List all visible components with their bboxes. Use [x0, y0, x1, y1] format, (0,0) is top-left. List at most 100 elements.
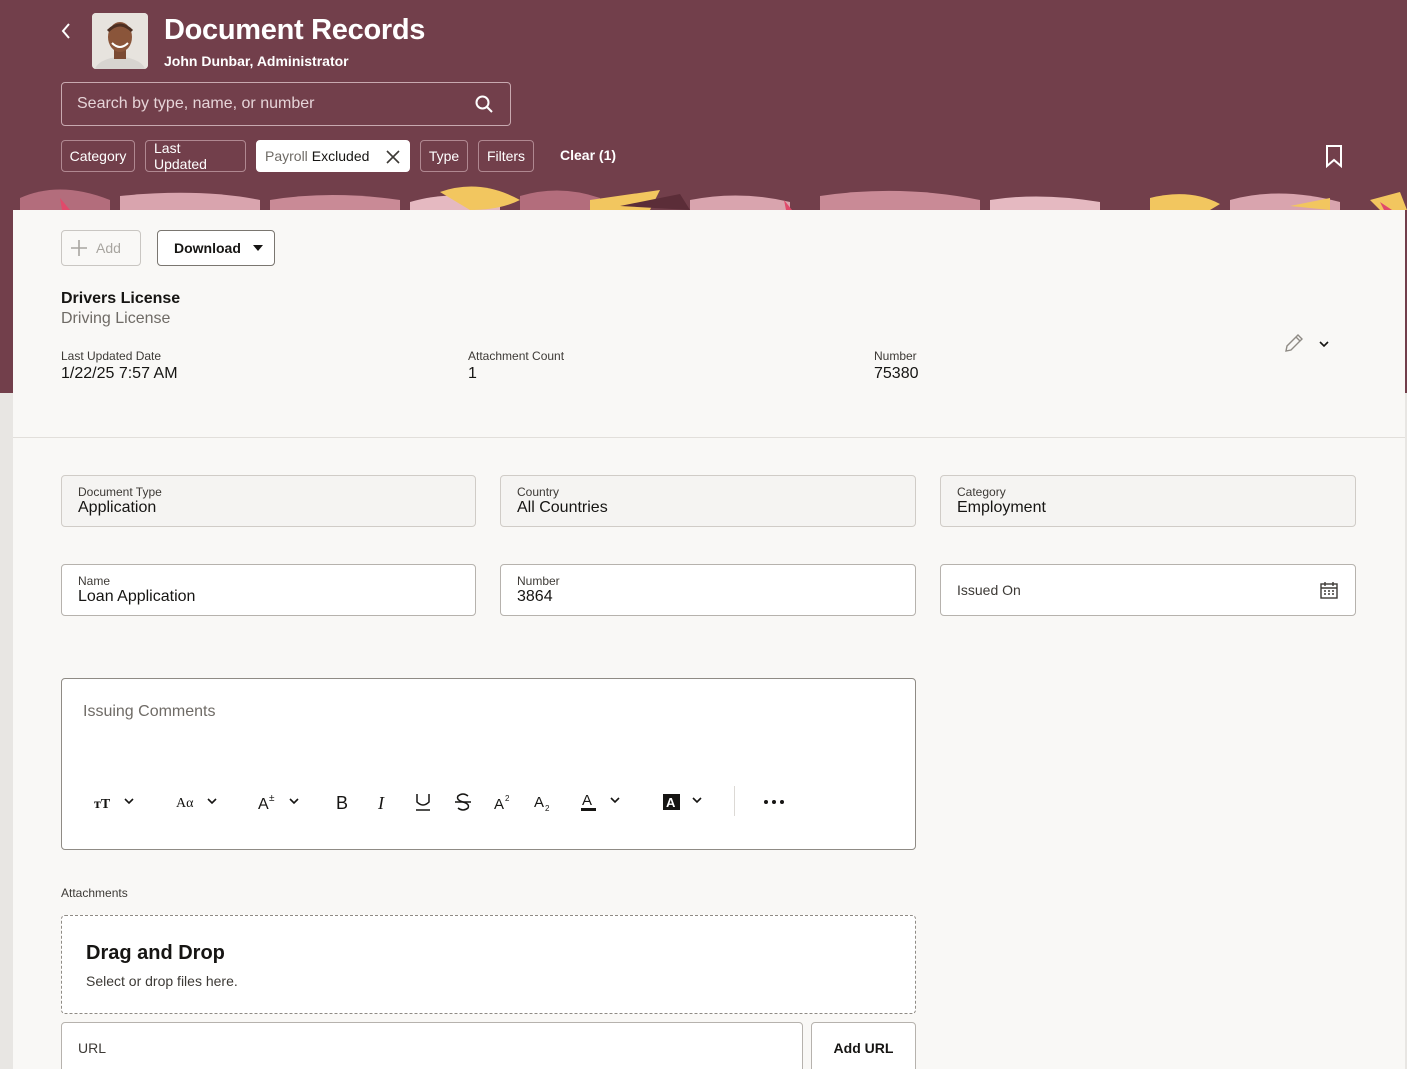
svg-text:B: B [336, 793, 348, 812]
bold-icon: B [336, 793, 348, 812]
filter-chip-filters[interactable]: Filters [478, 140, 534, 172]
close-icon[interactable] [385, 149, 401, 165]
filter-chip-last-updated[interactable]: Last Updated [145, 140, 246, 172]
caret-down-icon [252, 245, 263, 251]
add-button-label: Add [96, 240, 121, 256]
search-input[interactable] [62, 83, 462, 125]
svg-text:A: A [258, 796, 269, 812]
name-value[interactable]: Loan Application [78, 588, 195, 606]
highlight-color-icon: A [663, 794, 702, 810]
font-color-icon: A [581, 792, 620, 811]
issued-on-label: Issued On [957, 582, 1021, 598]
svg-text:2: 2 [545, 804, 550, 812]
chevron-left-icon [61, 23, 70, 39]
dropzone-subtitle: Select or drop files here. [86, 973, 238, 989]
svg-text:A: A [534, 794, 544, 811]
record-subtitle: Driving License [61, 310, 171, 327]
toolbar-separator [734, 786, 735, 816]
country-label: Country [517, 485, 560, 499]
attachments-label: Attachments [61, 886, 128, 900]
number-field[interactable]: Number 3864 [500, 564, 916, 616]
chevron-down-icon[interactable] [1317, 337, 1331, 351]
document-type-value: Application [78, 499, 157, 516]
strikethrough-button[interactable] [452, 789, 474, 815]
download-button-label: Download [174, 240, 241, 256]
subscript-icon: A2 [534, 794, 550, 812]
url-input[interactable] [62, 1023, 802, 1069]
filter-chip-type[interactable]: Type [420, 140, 468, 172]
underline-icon [416, 794, 430, 811]
page-subtitle: John Dunbar, Administrator [164, 53, 349, 69]
search-box [61, 82, 511, 126]
highlight-color-button[interactable]: A [662, 789, 710, 815]
more-options-button[interactable] [762, 789, 786, 815]
filter-chip-payroll-prefix: Payroll [265, 148, 308, 164]
svg-text:±: ± [269, 793, 275, 804]
back-button[interactable] [54, 18, 78, 44]
italic-button[interactable]: I [372, 789, 394, 815]
bookmark-icon[interactable] [1324, 144, 1344, 168]
font-family-button[interactable]: Aα [175, 789, 223, 815]
divider [13, 437, 1405, 438]
font-size-icon: A ± [258, 793, 299, 812]
meta-label-attachment-count: Attachment Count [468, 349, 565, 363]
text-style-button[interactable]: тT [92, 789, 140, 815]
country-field: Country All Countries [500, 475, 916, 527]
issued-on-field[interactable]: Issued On [940, 564, 1356, 616]
pencil-icon[interactable] [1283, 332, 1305, 354]
document-type-field: Document Type Application [61, 475, 476, 527]
document-type-label: Document Type [78, 485, 162, 499]
add-url-button[interactable]: Add URL [811, 1022, 916, 1069]
svg-text:Aα: Aα [176, 796, 194, 811]
number-value[interactable]: 3864 [517, 588, 553, 606]
meta-value-last-updated: 1/22/25 7:57 AM [61, 365, 178, 382]
svg-text:A: A [666, 795, 676, 810]
issuing-comments-editor[interactable]: Issuing Comments тT Aα A ± B I A2 A2 A A [61, 678, 916, 850]
left-texture [0, 393, 13, 1069]
more-horizontal-icon [764, 800, 784, 804]
text-size-icon: тT [94, 797, 134, 812]
font-family-icon: Aα [176, 796, 217, 811]
filter-chip-payroll[interactable]: Payroll Excluded [256, 140, 410, 172]
svg-text:тT: тT [94, 797, 111, 812]
filter-chip-payroll-value: Excluded [311, 148, 370, 164]
svg-text:A: A [582, 792, 592, 809]
file-dropzone[interactable]: Drag and Drop Select or drop files here. [61, 915, 916, 1014]
name-label: Name [78, 574, 111, 588]
svg-text:2: 2 [505, 794, 510, 803]
meta-value-number: 75380 [874, 365, 919, 382]
avatar [92, 13, 148, 69]
category-label: Category [957, 485, 1006, 499]
name-field[interactable]: Name Loan Application [61, 564, 476, 616]
number-label: Number [517, 574, 560, 588]
issuing-comments-placeholder: Issuing Comments [83, 703, 216, 720]
page-title: Document Records [164, 14, 426, 46]
country-value: All Countries [517, 499, 608, 516]
add-button[interactable]: Add [61, 230, 141, 266]
url-field [61, 1022, 803, 1069]
search-icon[interactable] [474, 94, 494, 114]
calendar-icon[interactable] [1319, 580, 1339, 600]
download-button[interactable]: Download [157, 230, 275, 266]
clear-filters-link[interactable]: Clear (1) [560, 147, 616, 163]
italic-icon: I [377, 793, 385, 812]
bold-button[interactable]: B [332, 789, 354, 815]
dropzone-title: Drag and Drop [86, 942, 225, 964]
filter-chip-category[interactable]: Category [61, 140, 135, 172]
superscript-icon: A2 [494, 794, 510, 812]
svg-text:A: A [494, 796, 504, 812]
meta-value-attachment-count: 1 [468, 365, 477, 382]
plus-icon [71, 240, 87, 256]
font-size-button[interactable]: A ± [257, 789, 305, 815]
meta-label-last-updated: Last Updated Date [61, 349, 162, 363]
record-title: Drivers License [61, 290, 181, 307]
category-field: Category Employment [940, 475, 1356, 527]
svg-text:I: I [377, 793, 385, 812]
underline-button[interactable] [412, 789, 434, 815]
font-color-button[interactable]: A [580, 789, 628, 815]
header-pattern [0, 170, 1407, 210]
meta-label-number: Number [874, 349, 917, 363]
subscript-button[interactable]: A2 [532, 789, 554, 815]
category-value: Employment [957, 499, 1046, 516]
superscript-button[interactable]: A2 [492, 789, 514, 815]
